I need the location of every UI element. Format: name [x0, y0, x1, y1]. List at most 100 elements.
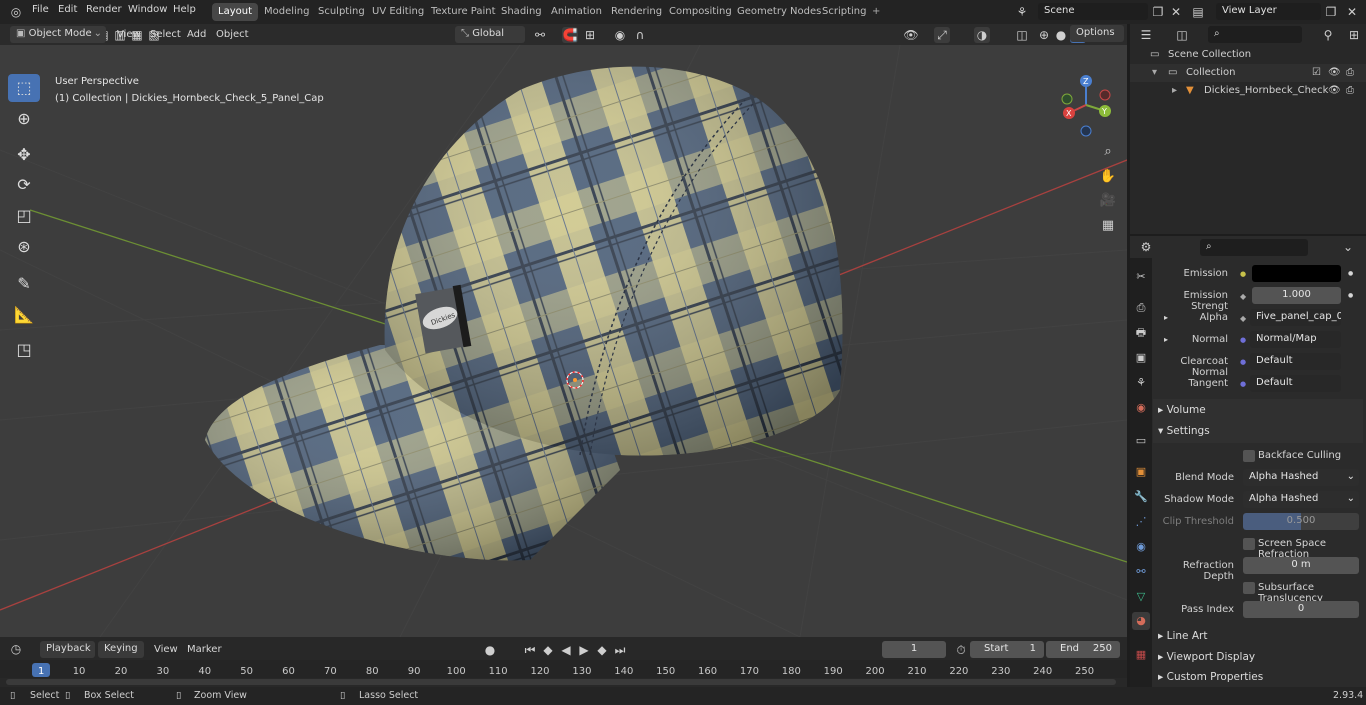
- gizmo-toggle-icon[interactable]: ⤢: [934, 27, 950, 43]
- outliner-row-scene-collection[interactable]: ▭ Scene Collection: [1130, 46, 1366, 64]
- object-tab-icon[interactable]: ▣: [1132, 463, 1150, 481]
- pivot-icon[interactable]: ⚯: [532, 27, 548, 43]
- normal-link-field[interactable]: Normal/Map: [1250, 331, 1341, 348]
- particles-tab-icon[interactable]: ⋰: [1132, 513, 1150, 531]
- copy-scene-icon[interactable]: ❐: [1150, 4, 1166, 20]
- snap-icon[interactable]: 🧲: [562, 27, 578, 43]
- wireframe-shading-icon[interactable]: ⊕: [1036, 27, 1052, 43]
- menu-help[interactable]: Help: [173, 4, 196, 15]
- display-mode-icon[interactable]: ◫: [1174, 27, 1190, 43]
- outliner-search-input[interactable]: ⌕: [1208, 26, 1302, 43]
- exclude-checkbox-icon[interactable]: ☑: [1312, 64, 1321, 82]
- 3d-viewport[interactable]: Dickies User Perspective (1) Collection …: [0, 45, 1127, 637]
- prev-keyframe-icon[interactable]: ◆: [540, 642, 556, 658]
- remove-scene-icon[interactable]: ✕: [1168, 4, 1184, 20]
- tab-texture-paint[interactable]: Texture Paint: [425, 3, 502, 21]
- blender-logo-icon[interactable]: ◎: [8, 4, 24, 20]
- transform-tool-icon[interactable]: ⊛: [8, 233, 40, 261]
- solid-shading-icon[interactable]: ●: [1053, 27, 1069, 43]
- annotate-tool-icon[interactable]: ✎: [8, 270, 40, 298]
- new-collection-icon[interactable]: ⊞: [1346, 27, 1362, 43]
- menu-render[interactable]: Render: [86, 4, 122, 15]
- keyframe-dot-icon[interactable]: ●: [1348, 292, 1353, 299]
- blend-mode-select[interactable]: Alpha Hashed ⌄: [1243, 469, 1359, 486]
- alpha-link-field[interactable]: Five_panel_cap_001...: [1250, 309, 1341, 326]
- add-workspace-button[interactable]: +: [866, 3, 886, 21]
- line-art-panel[interactable]: ▸ Line Art: [1158, 630, 1207, 642]
- play-reverse-icon[interactable]: ◀: [558, 642, 574, 658]
- tab-animation[interactable]: Animation: [545, 3, 608, 21]
- clearcoat-normal-field[interactable]: Default: [1250, 353, 1341, 370]
- settings-panel[interactable]: ▾ Settings: [1158, 425, 1210, 437]
- outliner-row-object[interactable]: ▸ ▼ Dickies_Hornbeck_Check 👁 ⎙: [1130, 82, 1366, 100]
- move-tool-icon[interactable]: ✥: [8, 141, 40, 169]
- timeline-editor-icon[interactable]: ◷: [8, 641, 24, 657]
- view-layer-tab-icon[interactable]: ▣: [1132, 349, 1150, 367]
- tab-scripting[interactable]: Scripting: [816, 3, 872, 21]
- next-keyframe-icon[interactable]: ◆: [594, 642, 610, 658]
- expand-icon[interactable]: ▾: [1152, 64, 1157, 82]
- visibility-icon[interactable]: 👁: [903, 27, 919, 43]
- rotate-tool-icon[interactable]: ⟳: [8, 171, 40, 199]
- tangent-field[interactable]: Default: [1250, 375, 1341, 392]
- camera-render-icon[interactable]: ⎙: [1346, 64, 1354, 82]
- shadow-mode-select[interactable]: Alpha Hashed ⌄: [1243, 491, 1359, 508]
- copy-view-layer-icon[interactable]: ❐: [1323, 4, 1339, 20]
- scene-field[interactable]: Scene: [1038, 3, 1148, 20]
- outliner-editor-icon[interactable]: ☰: [1138, 27, 1154, 43]
- outliner-row-collection[interactable]: ▾ ▭ Collection ☑ 👁 ⎙: [1130, 64, 1366, 82]
- add-cube-tool-icon[interactable]: ◳: [8, 336, 40, 364]
- overlay-toggle-icon[interactable]: ◑: [974, 27, 990, 43]
- play-icon[interactable]: ▶: [576, 642, 592, 658]
- keyframe-dot-icon[interactable]: ●: [1348, 270, 1353, 277]
- zoom-icon[interactable]: ⌕: [1097, 141, 1119, 163]
- view-layer-icon[interactable]: ▤: [1190, 4, 1206, 20]
- refraction-depth-field[interactable]: 0 m: [1243, 557, 1359, 574]
- perspective-grid-icon[interactable]: ▦: [1097, 215, 1119, 237]
- tab-geometry-nodes[interactable]: Geometry Nodes: [731, 3, 827, 21]
- world-tab-icon[interactable]: ◉: [1132, 399, 1150, 417]
- backface-culling-checkbox[interactable]: [1243, 450, 1255, 462]
- subsurface-translucency-checkbox[interactable]: [1243, 582, 1255, 594]
- camera-render-icon[interactable]: ⎙: [1346, 82, 1354, 100]
- eye-icon[interactable]: 👁: [1328, 64, 1341, 82]
- playback-menu[interactable]: Playback: [40, 641, 95, 658]
- tab-sculpting[interactable]: Sculpting: [312, 3, 371, 21]
- physics-tab-icon[interactable]: ◉: [1132, 538, 1150, 556]
- scene-tab-icon[interactable]: ⚘: [1132, 374, 1150, 392]
- xray-icon[interactable]: ◫: [1014, 27, 1030, 43]
- cursor-tool-icon[interactable]: ⊕: [8, 105, 40, 133]
- screen-space-refraction-checkbox[interactable]: [1243, 538, 1255, 550]
- end-frame-field[interactable]: End 250: [1046, 641, 1120, 658]
- pass-index-field[interactable]: 0: [1243, 601, 1359, 618]
- vp-menu-view[interactable]: View: [117, 29, 141, 40]
- constraints-tab-icon[interactable]: ⚯: [1132, 563, 1150, 581]
- timeline-scrollbar[interactable]: [6, 679, 1116, 685]
- proportional-edit-icon[interactable]: ◉: [612, 27, 628, 43]
- stopwatch-icon[interactable]: ⏱: [953, 642, 969, 658]
- jump-end-icon[interactable]: ⏭: [612, 642, 628, 658]
- filter-icon[interactable]: ⚲: [1320, 27, 1336, 43]
- eye-icon[interactable]: 👁: [1328, 82, 1341, 100]
- select-box-tool-icon[interactable]: ⬚: [8, 74, 40, 102]
- record-icon[interactable]: ●: [482, 642, 498, 658]
- view-layer-field[interactable]: View Layer: [1216, 3, 1321, 20]
- tab-shading[interactable]: Shading: [495, 3, 548, 21]
- mode-select[interactable]: ▣ Object Mode ⌄: [10, 26, 106, 43]
- data-tab-icon[interactable]: ▽: [1132, 588, 1150, 606]
- measure-tool-icon[interactable]: 📐: [8, 301, 40, 329]
- emission-strength-field[interactable]: 1.000: [1252, 287, 1341, 304]
- navigation-gizmo[interactable]: Z Y X: [1058, 73, 1118, 143]
- tab-modeling[interactable]: Modeling: [258, 3, 316, 21]
- properties-search-input[interactable]: ⌕: [1200, 239, 1308, 256]
- pan-hand-icon[interactable]: ✋: [1097, 166, 1119, 188]
- expand-right-icon[interactable]: ▸: [1172, 82, 1177, 100]
- scene-icon[interactable]: ⚘: [1014, 4, 1030, 20]
- emission-color-swatch[interactable]: [1252, 265, 1341, 282]
- camera-icon[interactable]: 🎥: [1097, 190, 1119, 212]
- options-button[interactable]: Options: [1070, 25, 1124, 42]
- current-frame-field[interactable]: 1: [882, 641, 946, 658]
- tool-tab-icon[interactable]: ✂: [1132, 268, 1150, 286]
- output-tab-icon[interactable]: 🖶: [1132, 324, 1150, 342]
- falloff-icon[interactable]: ∩: [632, 27, 648, 43]
